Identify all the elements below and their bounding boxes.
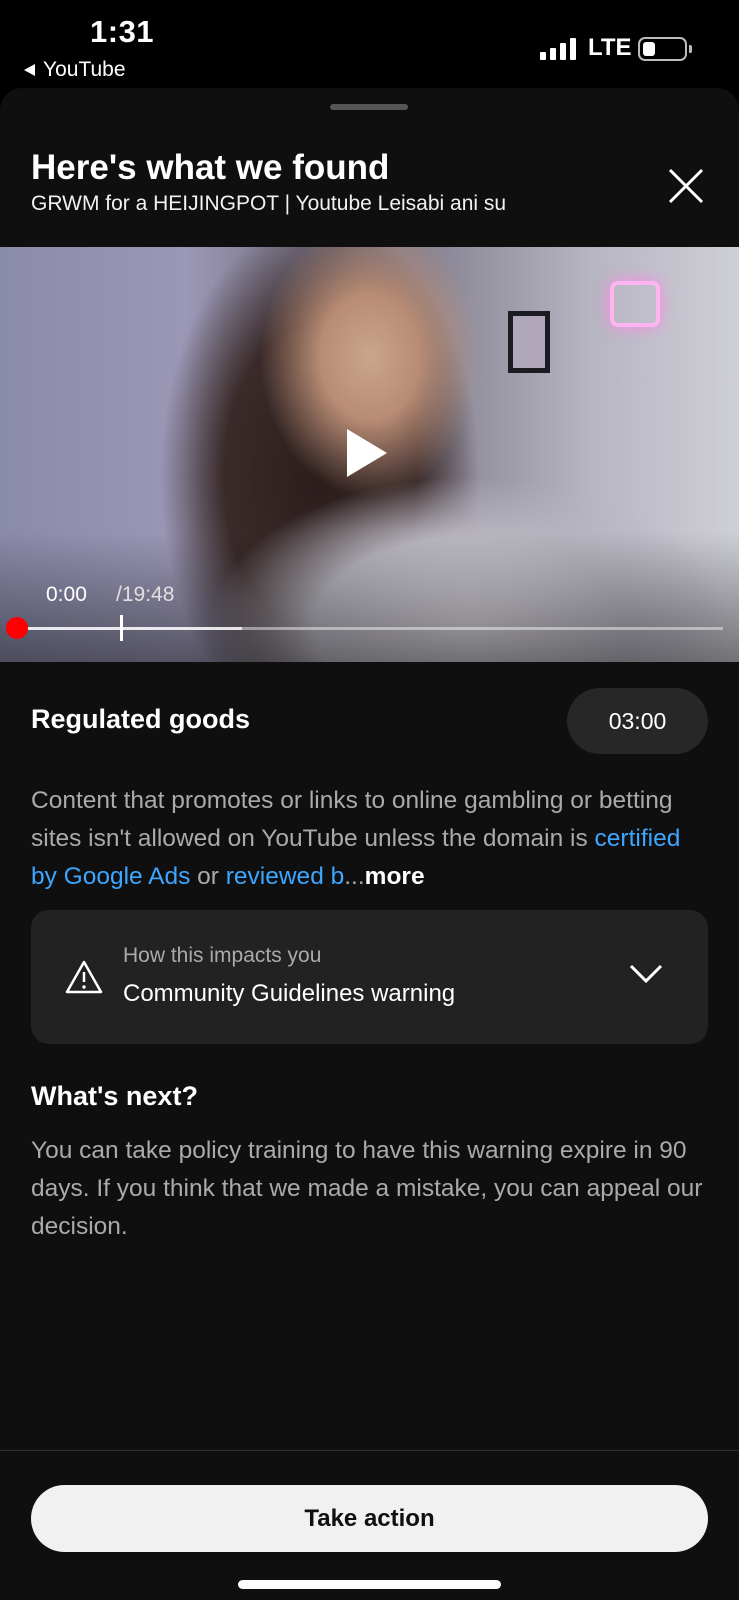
reviewed-link[interactable]: reviewed b [226, 863, 344, 890]
policy-text-part1: Content that promotes or links to online… [31, 787, 673, 852]
whats-next-text: You can take policy training to have thi… [31, 1137, 703, 1240]
impact-value: Community Guidelines warning [123, 980, 456, 1007]
policy-text-part2: or [190, 863, 226, 890]
timestamp-chip[interactable]: 03:00 [567, 688, 708, 754]
progress-buffered [16, 627, 242, 630]
current-time: 0:00 [46, 583, 87, 606]
video-frame-decor [508, 311, 550, 373]
more-button[interactable]: more [365, 863, 425, 890]
video-player[interactable]: 0:00 /19:48 [0, 247, 739, 662]
violation-sheet: Here's what we found GRWM for a HEIJINGP… [0, 88, 739, 1600]
back-arrow-icon [24, 64, 35, 76]
close-icon [668, 168, 704, 204]
impact-card[interactable]: How this impacts you Community Guideline… [31, 910, 708, 1044]
status-time: 1:31 [90, 14, 155, 49]
take-action-button[interactable]: Take action [31, 1485, 708, 1552]
close-button[interactable] [660, 160, 712, 212]
status-bar: 1:31 YouTube LTE [0, 0, 739, 90]
back-app-label: YouTube [43, 58, 126, 81]
back-to-app-link[interactable]: YouTube [24, 58, 126, 82]
play-icon [347, 429, 387, 477]
violation-category: Regulated goods [31, 704, 251, 734]
network-type: LTE [588, 34, 632, 61]
battery-tip [689, 45, 692, 53]
impact-label: How this impacts you [123, 944, 322, 967]
video-shade [0, 532, 739, 662]
violation-marker [120, 615, 123, 641]
battery-icon [638, 37, 687, 61]
signal-strength-icon [540, 36, 576, 60]
sheet-grabber[interactable] [330, 104, 408, 110]
ellipsis: ... [344, 863, 365, 890]
sheet-title: Here's what we found [31, 148, 390, 187]
video-title: GRWM for a HEIJINGPOT | Youtube Leisabi … [31, 192, 507, 215]
footer-divider [0, 1450, 739, 1451]
video-neon-decor [610, 281, 660, 327]
warning-icon [65, 960, 103, 994]
policy-description: Content that promotes or links to online… [31, 782, 711, 896]
scrubber-handle[interactable] [6, 617, 28, 639]
chevron-down-icon[interactable] [628, 962, 664, 986]
play-button[interactable] [345, 427, 389, 484]
total-time: /19:48 [116, 583, 175, 606]
whats-next-title: What's next? [31, 1081, 198, 1111]
home-indicator [238, 1580, 501, 1589]
